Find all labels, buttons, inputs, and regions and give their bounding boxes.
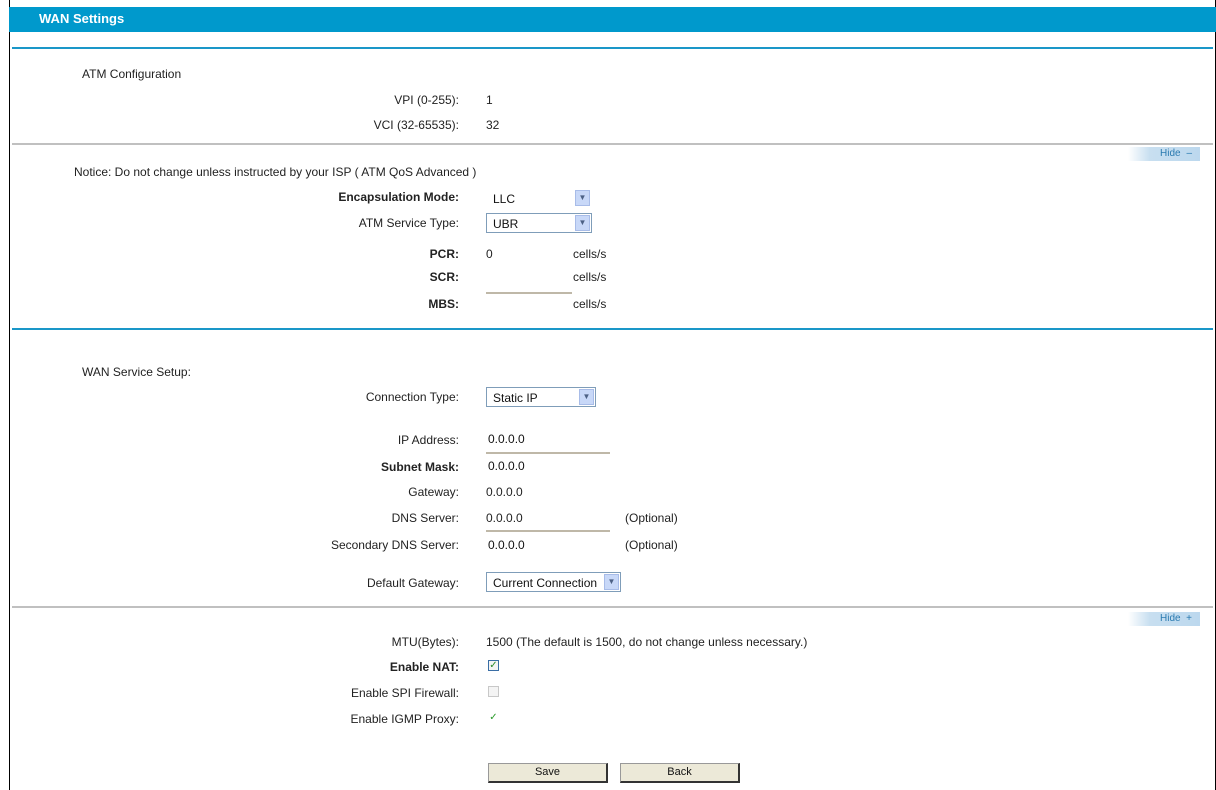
atm-section-title: ATM Configuration	[82, 67, 182, 81]
mbs-input[interactable]	[486, 292, 572, 312]
wan-service-title: WAN Service Setup:	[82, 365, 191, 379]
expand-icon: +	[1186, 613, 1192, 624]
mtu-label: MTU(Bytes):	[391, 635, 459, 649]
collapse-icon: –	[1186, 148, 1192, 159]
scr-input[interactable]	[486, 268, 572, 288]
page-frame	[9, 0, 1216, 790]
pcr-input[interactable]: 0	[486, 247, 493, 261]
gateway-label: Gateway:	[408, 485, 459, 499]
pcr-hint: cells/s	[573, 247, 607, 261]
hide-advanced-button[interactable]: Hide –	[1128, 147, 1200, 161]
vci-label: VCI (32-65535):	[373, 118, 459, 132]
atm-service-type-label: ATM Service Type:	[358, 216, 459, 230]
secondary-dns-value: 0.0.0.0	[488, 538, 525, 552]
enable-igmp-proxy-checkbox[interactable]: ✓	[488, 712, 499, 723]
gateway-input[interactable]: 0.0.0.0	[486, 485, 523, 499]
enable-igmp-proxy-label: Enable IGMP Proxy:	[350, 712, 460, 726]
hide-button-label: Hide	[1160, 613, 1181, 624]
secondary-dns-input[interactable]: 0.0.0.0	[486, 530, 610, 552]
chevron-down-icon: ▼	[604, 574, 619, 590]
pcr-label: PCR:	[429, 247, 459, 261]
secondary-dns-hint: (Optional)	[625, 538, 678, 552]
ip-address-value: 0.0.0.0	[488, 432, 525, 446]
divider	[12, 143, 1213, 145]
connection-type-select[interactable]: Static IP ▼	[486, 387, 596, 407]
connection-type-label: Connection Type:	[365, 390, 459, 404]
hide-advanced-button-2[interactable]: Hide +	[1128, 612, 1200, 626]
encapsulation-label: Encapsulation Mode:	[338, 190, 459, 204]
connection-type-value: Static IP	[493, 391, 538, 405]
vpi-label: VPI (0-255):	[394, 93, 459, 107]
atm-service-type-select[interactable]: UBR ▼	[486, 213, 592, 233]
enable-spi-firewall-label: Enable SPI Firewall:	[350, 686, 459, 700]
enable-nat-checkbox[interactable]: ✓	[488, 660, 499, 671]
chevron-down-icon: ▼	[575, 190, 590, 206]
default-gateway-select[interactable]: Current Connection ▼	[486, 572, 621, 592]
enable-nat-label: Enable NAT:	[389, 660, 459, 674]
dns-server-input[interactable]: 0.0.0.0	[486, 511, 523, 525]
dns-server-hint: (Optional)	[625, 511, 678, 525]
encapsulation-select[interactable]: LLC ▼	[486, 188, 592, 208]
divider	[12, 47, 1213, 49]
mbs-label: MBS:	[428, 297, 459, 311]
chevron-down-icon: ▼	[575, 215, 590, 231]
ip-address-label: IP Address:	[397, 433, 459, 447]
chevron-down-icon: ▼	[579, 389, 594, 405]
ip-address-input[interactable]: 0.0.0.0	[486, 430, 610, 450]
atm-service-type-value: UBR	[493, 217, 519, 231]
divider	[12, 606, 1213, 608]
scr-hint: cells/s	[573, 270, 607, 284]
qos-notice: Notice: Do not change unless instructed …	[74, 165, 477, 179]
hide-button-label: Hide	[1160, 148, 1181, 159]
subnet-mask-value: 0.0.0.0	[488, 459, 525, 473]
save-button[interactable]: Save	[488, 763, 608, 783]
dns-server-label: DNS Server:	[391, 511, 459, 525]
vpi-value: 1	[486, 93, 493, 107]
page-title: WAN Settings	[39, 11, 125, 26]
back-button[interactable]: Back	[620, 763, 740, 783]
scr-label: SCR:	[429, 270, 459, 284]
divider	[12, 328, 1213, 330]
default-gateway-label: Default Gateway:	[366, 576, 459, 590]
mbs-hint: cells/s	[573, 297, 607, 311]
default-gateway-value: Current Connection	[493, 576, 598, 590]
vci-value: 32	[486, 118, 500, 132]
subnet-mask-input[interactable]: 0.0.0.0	[486, 452, 610, 473]
secondary-dns-label: Secondary DNS Server:	[330, 538, 459, 552]
subnet-mask-label: Subnet Mask:	[380, 460, 459, 474]
enable-spi-firewall-checkbox[interactable]	[488, 686, 499, 697]
encapsulation-value: LLC	[493, 192, 516, 206]
title-bar: WAN Settings	[9, 7, 1216, 32]
mtu-value[interactable]: 1500 (The default is 1500, do not change…	[486, 635, 807, 649]
